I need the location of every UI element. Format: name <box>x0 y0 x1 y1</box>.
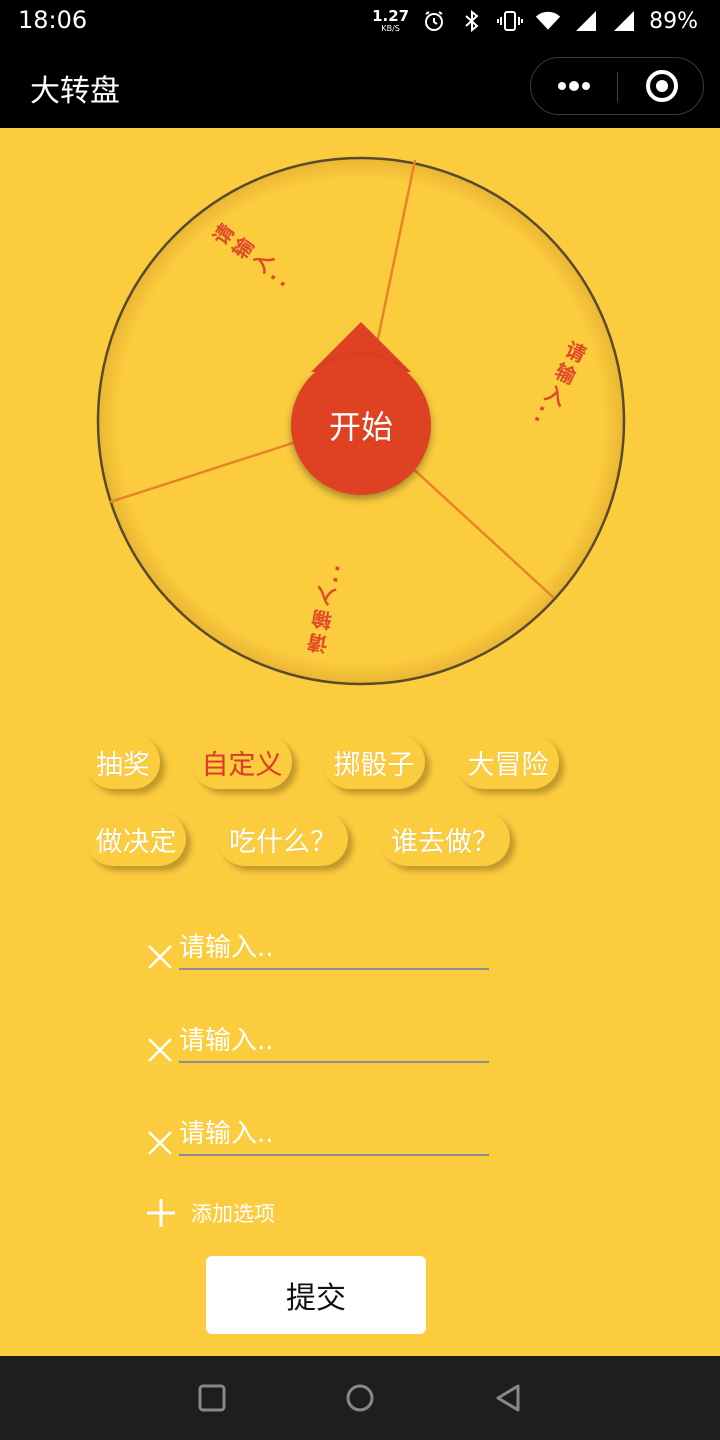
preset-lottery[interactable]: 抽奖 <box>86 735 160 789</box>
option-row <box>145 1114 505 1164</box>
option-input[interactable] <box>179 1021 489 1063</box>
start-button[interactable]: 开始 <box>291 355 431 495</box>
battery-level: 89% <box>649 8 698 34</box>
mini-program-capsule <box>530 57 704 115</box>
title-bar: 大转盘 <box>0 44 720 128</box>
alarm-icon <box>421 8 447 34</box>
target-close-icon[interactable] <box>619 58 705 114</box>
more-dots-icon[interactable] <box>531 58 617 114</box>
plus-icon <box>147 1199 175 1227</box>
wifi-icon <box>535 8 561 34</box>
preset-adventure[interactable]: 大冒险 <box>457 735 559 789</box>
option-row <box>145 1021 505 1071</box>
signal-icon <box>611 8 637 34</box>
home-icon[interactable] <box>344 1382 376 1414</box>
signal-icon <box>573 8 599 34</box>
vibrate-icon <box>497 8 524 34</box>
preset-dice[interactable]: 掷骰子 <box>323 735 425 789</box>
network-speed-value: 1.27 <box>372 7 410 25</box>
network-speed: 1.27 KB/S <box>372 9 409 33</box>
remove-option-icon[interactable] <box>145 942 175 972</box>
preset-custom[interactable]: 自定义 <box>192 735 292 789</box>
capsule-divider <box>617 72 618 102</box>
recent-apps-icon[interactable] <box>196 1382 228 1414</box>
submit-button[interactable]: 提交 <box>206 1256 426 1334</box>
status-bar: 18:06 1.27 KB/S 89% <box>0 0 720 44</box>
status-time: 18:06 <box>18 6 88 34</box>
bluetooth-icon <box>459 8 485 34</box>
back-icon[interactable] <box>492 1382 524 1414</box>
add-option-label: 添加选项 <box>191 1202 275 1226</box>
preset-what-to-eat[interactable]: 吃什么？ <box>218 812 348 866</box>
add-option-button[interactable]: 添加选项 <box>145 1193 275 1233</box>
network-speed-unit: KB/S <box>381 24 400 33</box>
option-row <box>145 928 505 978</box>
preset-decide[interactable]: 做决定 <box>86 812 186 866</box>
status-icons: 1.27 KB/S 89% <box>372 6 698 36</box>
page-title: 大转盘 <box>30 74 120 109</box>
preset-who-does[interactable]: 谁去做？ <box>380 812 510 866</box>
remove-option-icon[interactable] <box>145 1128 175 1158</box>
option-input[interactable] <box>179 928 489 970</box>
remove-option-icon[interactable] <box>145 1035 175 1065</box>
option-input[interactable] <box>179 1114 489 1156</box>
android-nav-bar <box>0 1356 720 1440</box>
